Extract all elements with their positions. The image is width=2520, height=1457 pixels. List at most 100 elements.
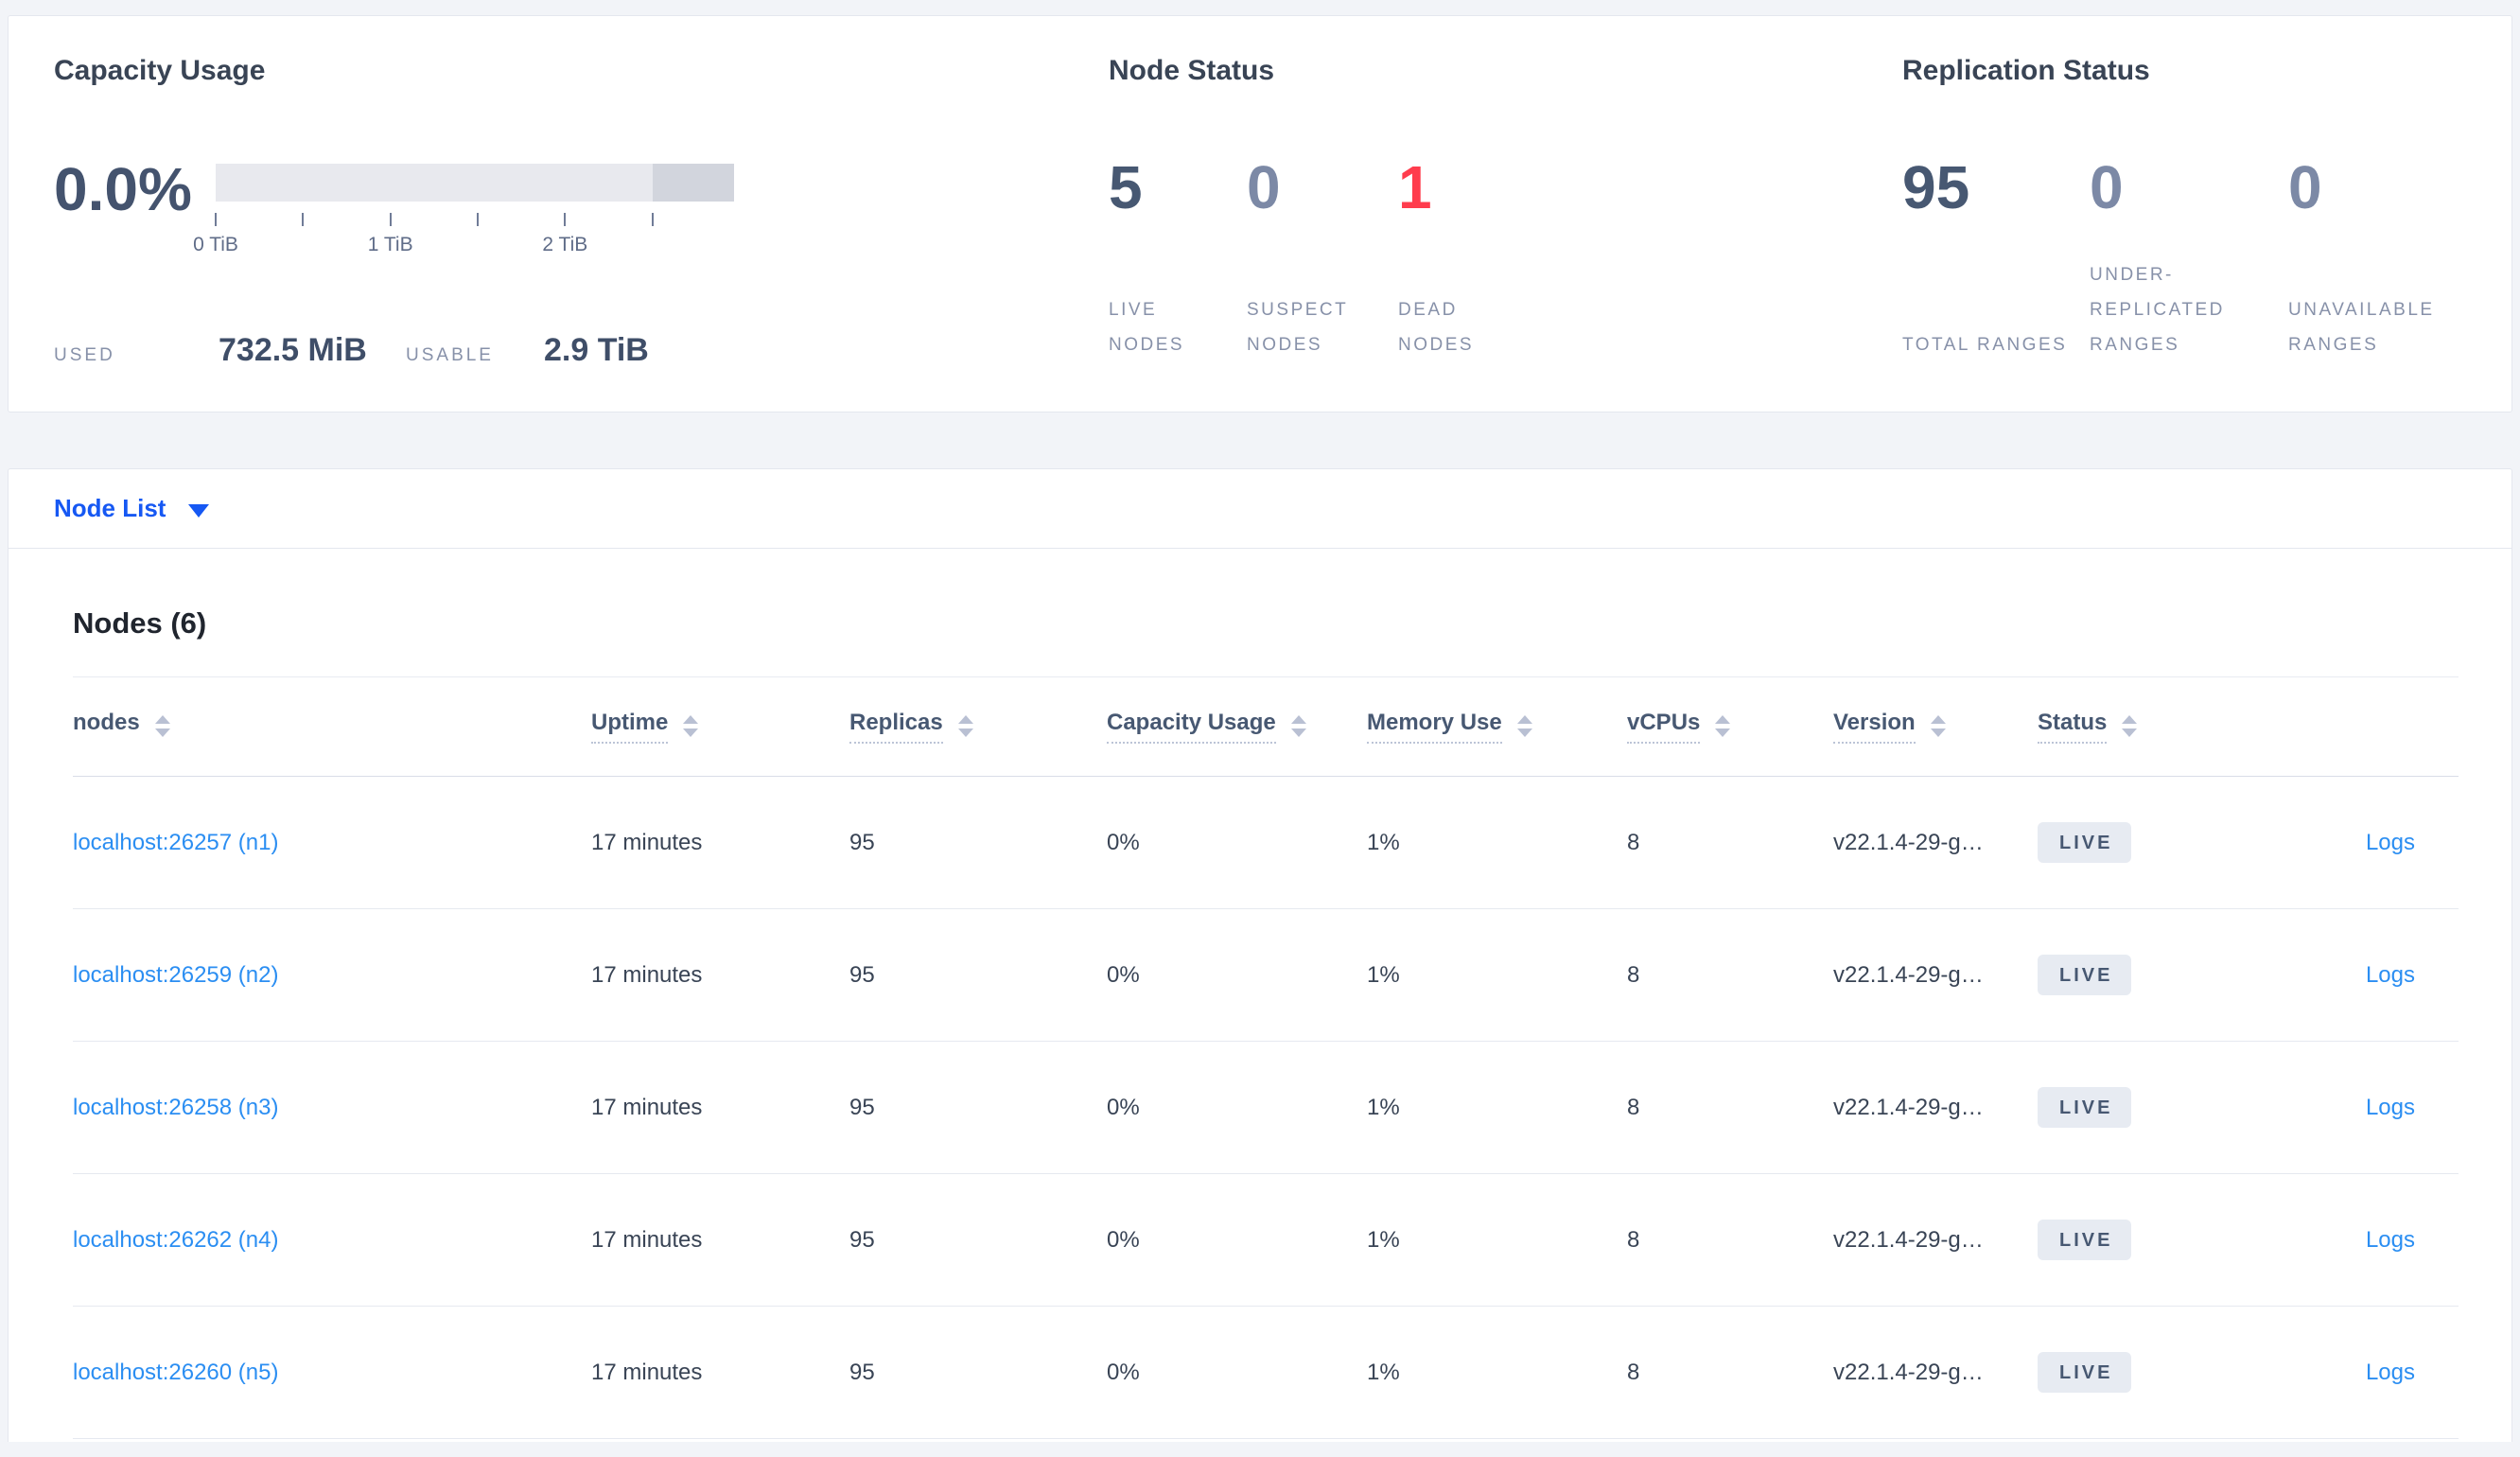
sort-desc-icon [1715,728,1731,738]
table-row: localhost:26258 (n3) 17 minutes 95 0% 1%… [73,1042,2459,1174]
version-cell: v22.1.4-29-g… [1833,1226,1984,1253]
stat: 95 TOTAL RANGES [1902,155,2090,362]
logs-cell: Logs [2331,1095,2459,1121]
sort-icon [1715,715,1731,738]
uptime-cell: 17 minutes [591,1359,703,1385]
status-cell: LIVE [2038,1087,2331,1128]
vcpus-cell: 8 [1627,1226,1640,1253]
axis-tick [651,213,654,226]
node-address-cell: localhost:26259 (n2) [73,962,591,989]
column-header[interactable]: vCPUs [1627,710,1833,744]
replication-status-section: Replication Status 95 TOTAL RANGES 0 UND… [1902,54,2466,412]
logs-link[interactable]: Logs [2366,1227,2415,1253]
sort-asc-icon [957,715,973,725]
stat-label: TOTAL RANGES [1902,335,2068,355]
logs-cell: Logs [2331,962,2459,989]
sort-asc-icon [1290,715,1306,725]
sort-asc-icon [2122,715,2138,725]
table-row: localhost:26259 (n2) 17 minutes 95 0% 1%… [73,909,2459,1042]
vcpus-cell: 8 [1627,1359,1640,1385]
stat: 0 UNDER-REPLICATED RANGES [2090,155,2288,362]
axis-tick [389,213,392,226]
view-selector-bar: Node List [9,469,2511,549]
column-header[interactable]: Replicas [849,710,1107,744]
capacity-usage-cell: 0% [1107,961,1140,988]
status-cell: LIVE [2038,955,2331,995]
column-header[interactable]: Capacity Usage [1107,710,1367,744]
usable-value: 2.9 TiB [544,332,649,368]
memory-use-cell: 1% [1367,961,1400,988]
view-selector-dropdown[interactable]: Node List [54,494,210,523]
sort-icon [1930,715,1946,738]
stat-label: SUSPECT NODES [1247,300,1348,355]
stat-value: 5 [1109,153,1143,221]
logs-link[interactable]: Logs [2366,962,2415,988]
column-header[interactable]: Version [1833,710,2038,744]
sort-icon [683,715,699,738]
version-cell: v22.1.4-29-g… [1833,1359,1984,1385]
status-cell: LIVE [2038,822,2331,863]
nodes-count-title: Nodes (6) [73,606,207,640]
status-cell: LIVE [2038,1352,2331,1393]
column-header[interactable]: Memory Use [1367,710,1627,744]
node-address-link[interactable]: localhost:26262 (n4) [73,1227,278,1253]
capacity-percent-value: 0.0% [54,155,192,223]
memory-use-cell: 1% [1367,1094,1400,1120]
used-label: USED [54,345,115,365]
column-header-label: Replicas [849,710,943,744]
axis-tick-label: 1 TiB [367,234,413,255]
vcpus-cell: 8 [1627,961,1640,988]
column-header[interactable]: nodes [73,710,591,744]
node-address-link[interactable]: localhost:26257 (n1) [73,830,278,855]
node-address-link[interactable]: localhost:26259 (n2) [73,962,278,988]
capacity-bar-track [216,164,734,202]
sort-asc-icon [154,715,170,725]
node-status-title: Node Status [1109,55,1275,86]
stat-label: UNAVAILABLE RANGES [2288,300,2435,355]
replicas-cell: 95 [849,1359,875,1385]
axis-tick [215,213,217,226]
node-status-section: Node Status 5 LIVE NODES 0 SUSPECT NODES… [1109,54,1902,412]
capacity-bar-reserved-segment [652,164,734,202]
stat-label: LIVE NODES [1109,300,1185,355]
sort-icon [957,715,973,738]
node-address-cell: localhost:26258 (n3) [73,1095,591,1121]
capacity-usage-cell: 0% [1107,1359,1140,1385]
table-row: localhost:26257 (n1) 17 minutes 95 0% 1%… [73,777,2459,909]
replicas-cell: 95 [849,961,875,988]
capacity-usage-cell: 0% [1107,1226,1140,1253]
axis-tick [564,213,567,226]
sort-desc-icon [683,728,699,738]
node-address-cell: localhost:26260 (n5) [73,1360,591,1386]
replication-stats: 95 TOTAL RANGES 0 UNDER-REPLICATED RANGE… [1902,155,2466,362]
node-address-link[interactable]: localhost:26260 (n5) [73,1360,278,1385]
axis-tick [477,213,479,226]
uptime-cell: 17 minutes [591,1226,703,1253]
stat: 0 UNAVAILABLE RANGES [2288,155,2459,362]
column-header[interactable] [2331,724,2459,730]
stat: 1 DEAD NODES [1398,153,1521,362]
column-header-label: vCPUs [1627,710,1701,744]
status-badge: LIVE [2038,1087,2132,1128]
sort-desc-icon [1516,728,1532,738]
stat-value: 1 [1398,153,1432,221]
version-cell: v22.1.4-29-g… [1833,829,1984,855]
column-header-label: nodes [73,710,140,736]
usable-label: USABLE [406,345,494,365]
capacity-bar-usable-segment [216,164,653,202]
column-header-label: Status [2038,710,2108,744]
node-status-stats: 5 LIVE NODES 0 SUSPECT NODES 1 DEAD NODE… [1109,153,1902,362]
used-value: 732.5 MiB [219,332,367,368]
column-header[interactable]: Uptime [591,710,849,744]
table-row: localhost:26260 (n5) 17 minutes 95 0% 1%… [73,1307,2459,1439]
logs-link[interactable]: Logs [2366,1095,2415,1120]
logs-link[interactable]: Logs [2366,830,2415,855]
stat-label: UNDER-REPLICATED RANGES [2090,265,2225,355]
logs-link[interactable]: Logs [2366,1360,2415,1385]
column-header-label: Version [1833,710,1916,744]
node-address-link[interactable]: localhost:26258 (n3) [73,1095,278,1120]
stat-value: 0 [1247,153,1281,221]
sort-desc-icon [957,728,973,738]
capacity-usage-cell: 0% [1107,1094,1140,1120]
column-header[interactable]: Status [2038,710,2331,744]
